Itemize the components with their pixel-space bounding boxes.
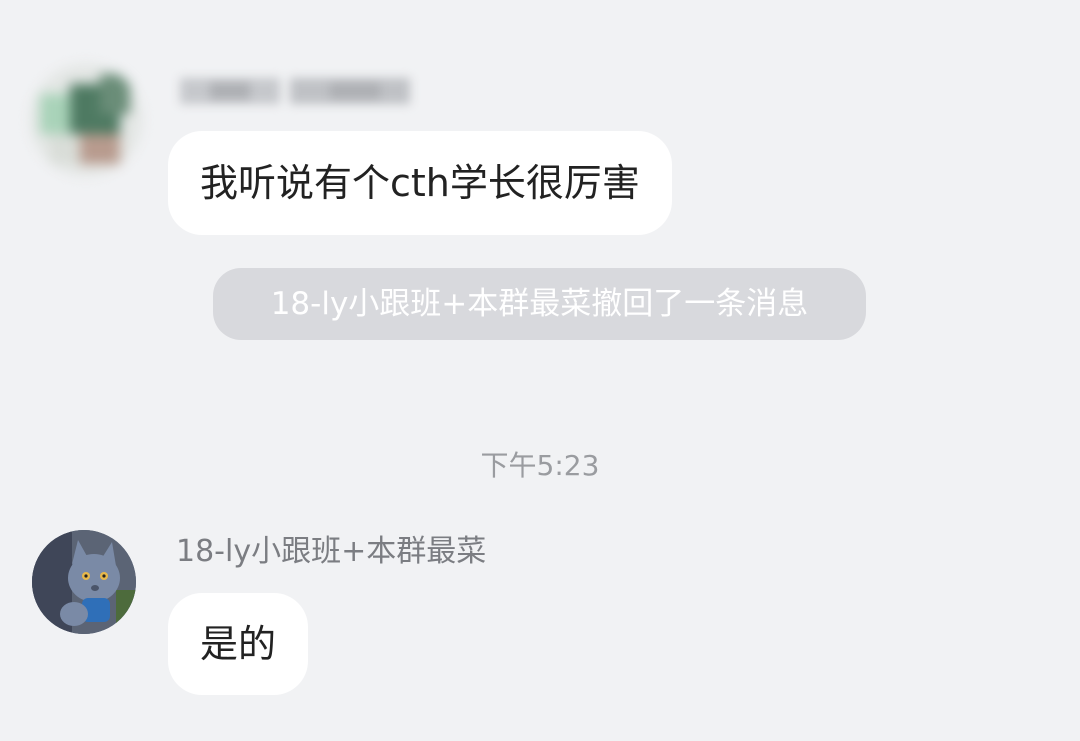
sender-name: 18-ly小跟班+本群最菜 (176, 534, 487, 569)
sender-name-blurred (180, 70, 420, 112)
message-bubble[interactable]: 是的 (168, 593, 309, 695)
timestamp: 下午5:23 (480, 449, 600, 482)
avatar[interactable] (30, 64, 142, 176)
chat-area: 我听说有个cth学长很厉害 18-ly小跟班+本群最菜撤回了一条消息 下午5:2… (0, 0, 1080, 741)
cat-avatar[interactable] (32, 530, 136, 634)
message-bubble[interactable]: 我听说有个cth学长很厉害 (168, 131, 672, 235)
recall-notice: 18-ly小跟班+本群最菜撤回了一条消息 (213, 268, 866, 340)
